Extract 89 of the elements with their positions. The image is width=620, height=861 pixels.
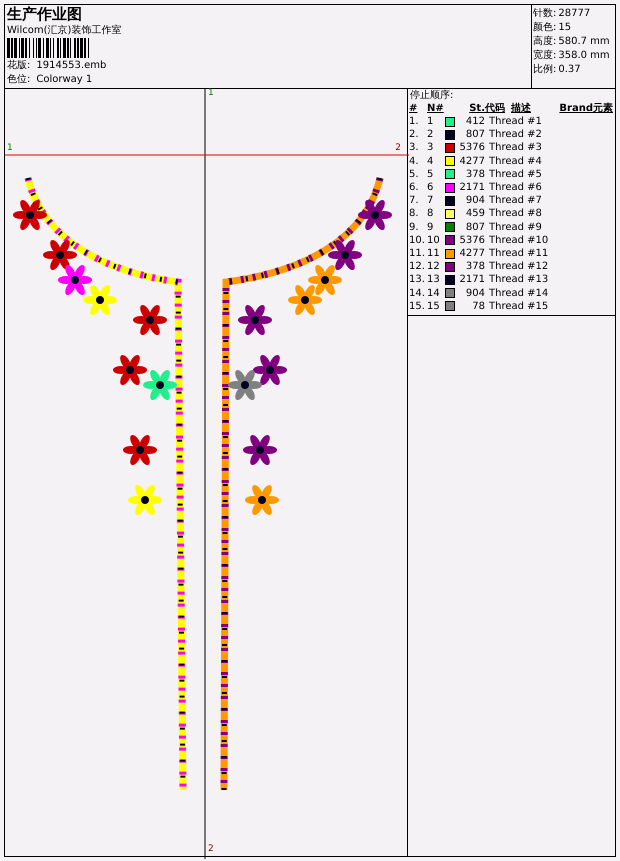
thread-description: Thread #13 (489, 273, 550, 287)
studio-name: Wilcom(汇京)装饰工作室 (7, 24, 122, 37)
thread-description: Thread #12 (489, 260, 550, 274)
thread-description: Thread #5 (489, 168, 543, 182)
stat-label: 高度: (533, 35, 556, 49)
stop-sequence-title: 停止顺序: (409, 89, 454, 102)
stat-value: 15 (558, 21, 572, 35)
thread-description: Thread #9 (489, 220, 543, 234)
stitch-count: 378 (464, 260, 485, 274)
thread-number: 13 (427, 273, 441, 287)
thread-description: Thread #15 (489, 300, 550, 314)
row-index: 12. (409, 260, 426, 274)
thread-description: Thread #1 (489, 115, 543, 128)
barcode-icon (7, 38, 92, 58)
row-index: 8. (409, 207, 420, 221)
thread-description: Thread #8 (489, 207, 543, 221)
stitch-count: 2171 (458, 181, 485, 194)
stitch-count: 5376 (458, 234, 485, 248)
thread-number: 5 (427, 168, 434, 182)
thread-description: Thread #10 (489, 234, 550, 248)
stitch-count: 4277 (458, 247, 485, 260)
row-index: 9. (409, 220, 420, 234)
column-header: # (409, 102, 418, 115)
row-index: 14. (409, 286, 426, 300)
stitch-count: 412 (464, 115, 485, 128)
thread-description: Thread #6 (489, 181, 543, 194)
stat-value: 580.7 mm (558, 35, 610, 49)
colorway-value: Colorway 1 (36, 73, 92, 86)
stitch-count: 4277 (458, 154, 485, 168)
row-index: 2. (409, 128, 420, 142)
row-index: 10. (409, 234, 426, 248)
design-label: 花版: (7, 59, 30, 72)
thread-description: Thread #3 (489, 141, 543, 155)
thread-number: 12 (427, 260, 441, 274)
row-index: 11. (409, 247, 426, 260)
thread-description: Thread #11 (489, 247, 550, 260)
thread-number: 2 (427, 128, 434, 142)
thread-description: Thread #7 (489, 194, 543, 208)
column-header: 元素 (593, 102, 614, 115)
chart-title: 生产作业图 (7, 6, 83, 23)
stitch-count: 378 (464, 168, 485, 182)
guide-label: 1 (208, 87, 214, 100)
stat-label: 颜色: (533, 21, 556, 35)
stitch-count: 78 (471, 300, 485, 314)
thread-number: 7 (427, 194, 434, 208)
column-header: N# (427, 102, 445, 115)
thread-description: Thread #14 (489, 286, 550, 300)
row-index: 6. (409, 181, 420, 194)
column-header: Brand (558, 102, 593, 115)
stitch-count: 904 (464, 194, 485, 208)
row-index: 4. (409, 154, 420, 168)
thread-number: 15 (427, 300, 441, 314)
stitch-count: 2171 (458, 273, 485, 287)
thread-number: 6 (427, 181, 434, 194)
row-index: 3. (409, 141, 420, 155)
design-value: 1914553.emb (36, 59, 106, 72)
thread-number: 9 (427, 220, 434, 234)
stat-label: 比例: (533, 63, 556, 77)
stat-value: 28777 (558, 7, 590, 21)
stat-label: 针数: (533, 7, 556, 21)
thread-number: 10 (427, 234, 441, 248)
stat-value: 358.0 mm (558, 49, 610, 63)
thread-description: Thread #2 (489, 128, 543, 142)
thread-number: 4 (427, 154, 434, 168)
stitch-count: 459 (464, 207, 485, 221)
column-header: 代码 (485, 102, 506, 115)
row-index: 15. (409, 300, 426, 314)
row-index: 13. (409, 273, 426, 287)
column-header: St. (468, 103, 485, 115)
stat-value: 0.37 (558, 63, 581, 77)
row-index: 5. (409, 168, 420, 182)
stitch-count: 807 (464, 128, 485, 142)
stitch-count: 5376 (458, 141, 485, 155)
row-index: 7. (409, 194, 420, 208)
thread-number: 1 (427, 115, 434, 128)
thread-number: 8 (427, 207, 434, 221)
thread-number: 14 (427, 286, 441, 300)
row-index: 1. (409, 115, 420, 128)
stitch-count: 904 (464, 286, 485, 300)
colorway-label: 色位: (7, 73, 30, 86)
guide-label: 2 (395, 142, 401, 155)
thread-description: Thread #4 (489, 154, 543, 168)
thread-number: 3 (427, 141, 434, 155)
guide-label: 2 (208, 842, 214, 856)
guide-label: 1 (7, 142, 13, 155)
stat-label: 宽度: (533, 49, 556, 63)
stitch-count: 807 (464, 220, 485, 234)
thread-number: 11 (427, 247, 441, 260)
column-header: 描述 (511, 102, 532, 115)
